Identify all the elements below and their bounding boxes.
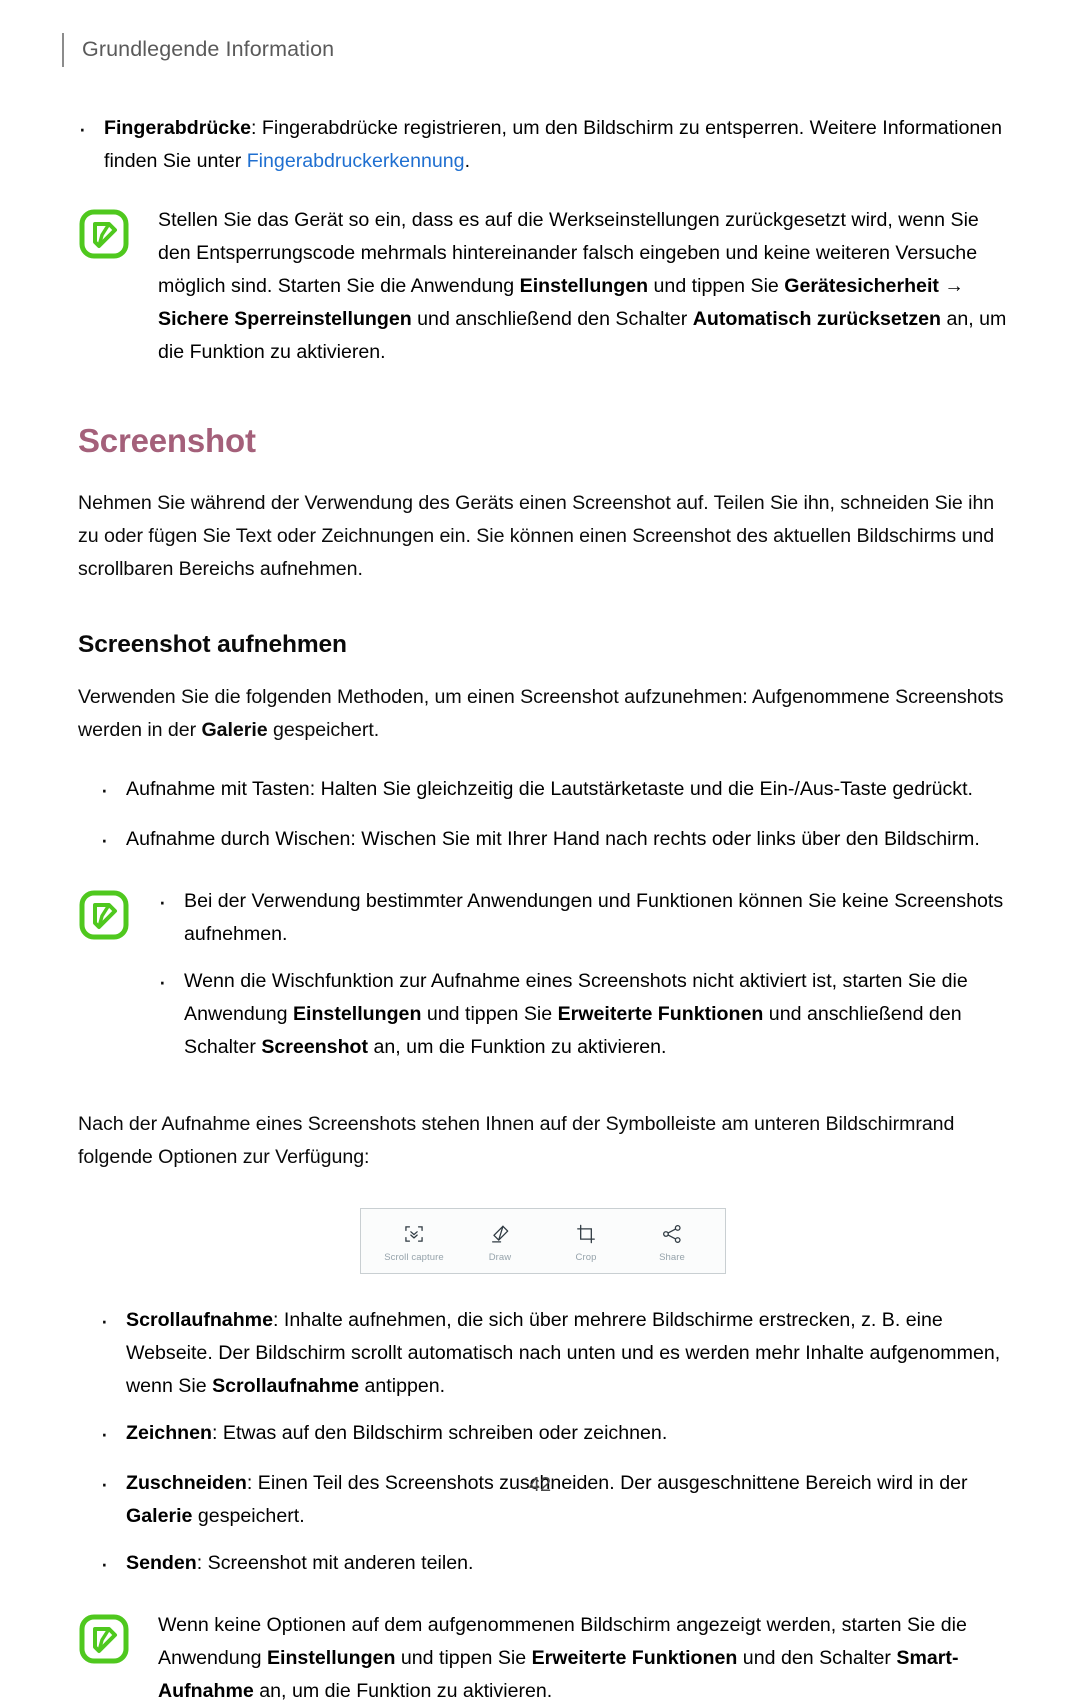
note-bold-automatisch-zuruecksetzen: Automatisch zurücksetzen (692, 308, 941, 330)
toolbar-label: Share (659, 1251, 685, 1263)
zeichnen-description: : Etwas auf den Bildschirm schreiben ode… (212, 1422, 668, 1445)
note2-bold-erweiterte-funktionen: Erweiterte Funktionen (557, 1002, 764, 1025)
note-seg-4: und anschließend den Schalter (411, 308, 693, 330)
note2-bold-screenshot: Screenshot (261, 1035, 369, 1058)
bold-scrollaufnahme-action: Scrollaufnahme (212, 1375, 360, 1398)
note-text: Bei der Verwendung bestimmter Anwendunge… (158, 885, 1008, 1064)
list-item-fingerabdruecke: Fingerabdrücke: Fingerabdrücke registrie… (78, 112, 1008, 178)
note2-bold-einstellungen: Einstellungen (292, 1002, 422, 1025)
note-text: Wenn keine Optionen auf dem aufgenommene… (158, 1609, 1008, 1708)
term-fingerabdruecke: Fingerabdrücke (104, 117, 251, 139)
bullet-marker (100, 1304, 126, 1340)
bullet-marker (78, 112, 104, 148)
list-item-text: Aufnahme mit Tasten: Halten Sie gleichze… (126, 777, 973, 800)
bullet-marker (100, 773, 126, 809)
note-bold-sichere-sperreinstellungen: Sichere Sperreinstellungen (158, 308, 412, 330)
crop-icon (575, 1222, 597, 1246)
screenshot-toolbar: Scroll capture Draw Crop Share (360, 1207, 726, 1275)
note3-seg-4: an, um die Funktion zu aktivieren. (253, 1680, 553, 1703)
list-item-scrollaufnahme: Scrollaufnahme: Inhalte aufnehmen, die s… (100, 1304, 1008, 1403)
note3-seg-2: und tippen Sie (395, 1647, 532, 1670)
bullet-marker (158, 965, 184, 1001)
manual-page: Grundlegende Information Fingerabdrücke:… (0, 0, 1080, 1702)
list-item-text: Bei der Verwendung bestimmter Anwendunge… (184, 889, 1004, 945)
toolbar-label: Draw (488, 1251, 512, 1263)
toolbar-item-crop[interactable]: Crop (544, 1222, 628, 1263)
bullet-marker (100, 1547, 126, 1583)
senden-description: : Screenshot mit anderen teilen. (196, 1552, 474, 1575)
scroll-seg-2: antippen. (359, 1375, 446, 1398)
toolbar-item-draw[interactable]: Draw (458, 1222, 542, 1263)
screenshot-intro-paragraph: Nehmen Sie während der Verwendung des Ge… (78, 491, 995, 580)
toolbar-label: Scroll capture (384, 1251, 444, 1263)
header-divider-rule (62, 33, 64, 67)
list-item-text: Fingerabdrücke: Fingerabdrücke registrie… (104, 112, 1008, 178)
scroll-capture-icon (403, 1222, 425, 1246)
note-text: Stellen Sie das Gerät so ein, dass es au… (158, 204, 1008, 369)
crop-seg-2: gespeichert. (192, 1505, 305, 1528)
note-auto-reset: Stellen Sie das Gerät so ein, dass es au… (78, 204, 1008, 369)
note3-bold-erweiterte-funktionen: Erweiterte Funktionen (531, 1647, 738, 1670)
note2-seg-2: und tippen Sie (421, 1002, 558, 1025)
list-item-method-swipe: Aufnahme durch Wischen: Wischen Sie mit … (100, 823, 1008, 859)
term-senden: Senden (126, 1552, 197, 1575)
list-item-method-buttons: Aufnahme mit Tasten: Halten Sie gleichze… (100, 773, 1008, 809)
colon-separator: : (251, 117, 262, 139)
sentence-period: . (464, 150, 471, 172)
capture-intro-seg-2: gespeichert. (267, 718, 380, 741)
term-zeichnen: Zeichnen (126, 1422, 213, 1445)
draw-pen-icon (489, 1222, 511, 1246)
bullet-marker (100, 1417, 126, 1453)
page-number: 42 (528, 1474, 552, 1496)
note-screenshot-limitations: Bei der Verwendung bestimmter Anwendunge… (78, 885, 1008, 1064)
toolbar-intro-paragraph: Nach der Aufnahme eines Screenshots steh… (78, 1112, 955, 1168)
list-item-text: Aufnahme durch Wischen: Wischen Sie mit … (126, 827, 980, 850)
note-smart-capture: Wenn keine Optionen auf dem aufgenommene… (78, 1609, 1008, 1708)
list-item-zeichnen: Zeichnen: Etwas auf den Bildschirm schre… (100, 1417, 1008, 1453)
list-item-text: Zeichnen: Etwas auf den Bildschirm schre… (126, 1417, 1008, 1450)
list-item-text: Scrollaufnahme: Inhalte aufnehmen, die s… (126, 1304, 1008, 1403)
capture-intro-paragraph: Verwenden Sie die folgenden Methoden, um… (78, 681, 1008, 747)
running-header: Grundlegende Information (62, 30, 334, 70)
screenshot-toolbar-figure: Scroll capture Draw Crop Share (78, 1207, 1008, 1275)
subsection-heading-screenshot-aufnehmen: Screenshot aufnehmen (78, 630, 347, 658)
toolbar-item-share[interactable]: Share (630, 1222, 714, 1263)
list-item-text: Senden: Screenshot mit anderen teilen. (126, 1547, 1008, 1580)
list-item-note-limitation-2: Wenn die Wischfunktion zur Aufnahme eine… (158, 965, 1008, 1064)
bullet-marker (158, 885, 184, 921)
header-title: Grundlegende Information (82, 37, 335, 62)
share-icon (661, 1222, 683, 1246)
list-item-senden: Senden: Screenshot mit anderen teilen. (100, 1547, 1008, 1583)
list-item-text: Wenn die Wischfunktion zur Aufnahme eine… (184, 965, 1008, 1064)
toolbar-label: Crop (575, 1251, 597, 1263)
list-item-note-limitation-1: Bei der Verwendung bestimmter Anwendunge… (158, 885, 1008, 951)
link-fingerabdruckerkennung[interactable]: Fingerabdruckerkennung (247, 150, 465, 172)
note-bold-einstellungen: Einstellungen (519, 275, 649, 297)
toolbar-item-scroll-capture[interactable]: Scroll capture (372, 1222, 456, 1263)
term-scrollaufnahme: Scrollaufnahme (126, 1309, 273, 1332)
note-pen-icon (78, 1613, 130, 1665)
note-pen-icon (78, 889, 130, 941)
page-content: Fingerabdrücke: Fingerabdrücke registrie… (78, 112, 1008, 1708)
note3-bold-einstellungen: Einstellungen (266, 1647, 396, 1670)
note-seg-2: und tippen Sie (648, 275, 785, 297)
section-heading-screenshot: Screenshot (78, 422, 256, 459)
note-bold-geraetesicherheit: Gerätesicherheit → (784, 275, 964, 297)
note3-seg-3: und den Schalter (737, 1647, 897, 1670)
capture-intro-bold-galerie: Galerie (201, 718, 268, 741)
bold-galerie: Galerie (126, 1505, 193, 1528)
bullet-marker (100, 823, 126, 859)
note-pen-icon (78, 208, 130, 260)
note2-seg-4: an, um die Funktion zu aktivieren. (368, 1035, 667, 1058)
